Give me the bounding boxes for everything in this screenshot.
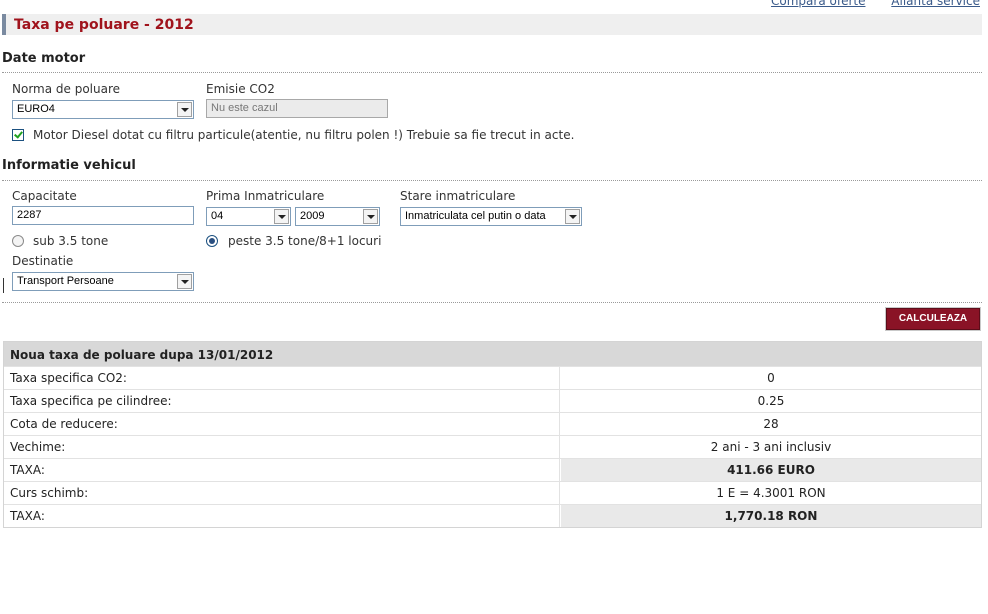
results-header: Noua taxa de poluare dupa 13/01/2012 [4, 342, 981, 366]
pollution-norm-label: Norma de poluare [12, 82, 121, 96]
destination-label: Destinatie [12, 254, 74, 268]
row-label: Cota de reducere: [4, 413, 560, 435]
first-registration-year-value: 2009 [300, 210, 325, 222]
divider [2, 72, 982, 73]
row-label: Taxa specifica pe cilindree: [4, 390, 560, 412]
co2-emission-label: Emisie CO2 [206, 82, 275, 96]
compare-offers-link[interactable]: Compara oferte [771, 0, 865, 8]
row-label: Curs schimb: [4, 482, 560, 504]
top-links: Compara oferte Alianta service [749, 0, 980, 8]
destination-value: Transport Persoane [17, 275, 114, 287]
pollution-norm-value: EURO4 [17, 103, 55, 115]
table-row: Cota de reducere: 28 [4, 412, 981, 435]
weight-over-radio[interactable] [206, 235, 218, 247]
first-registration-label: Prima Inmatriculare [206, 189, 325, 203]
first-registration-month-value: 04 [211, 210, 224, 222]
diesel-filter-label: Motor Diesel dotat cu filtru particule(a… [33, 128, 575, 142]
capacity-label: Capacitate [12, 189, 77, 203]
row-value-total-ron: 1,770.18 RON [561, 505, 981, 527]
table-row: Vechime: 2 ani - 3 ani inclusiv [4, 435, 981, 458]
row-value: 28 [763, 417, 779, 431]
table-row: Curs schimb: 1 E = 4.3001 RON [4, 481, 981, 504]
chevron-down-icon[interactable] [274, 209, 289, 224]
weight-under-radio[interactable] [12, 235, 24, 247]
calculate-button[interactable]: CALCULEAZA [885, 307, 981, 331]
page-title-bar: Taxa pe poluare - 2012 [2, 14, 982, 35]
row-value: 0.25 [757, 394, 785, 408]
divider [2, 180, 982, 181]
section-heading-vehicle: Informatie vehicul [2, 158, 136, 173]
chevron-down-icon[interactable] [177, 102, 192, 117]
co2-emission-input: Nu este cazul [206, 99, 388, 118]
table-row: TAXA: 1,770.18 RON [4, 504, 981, 527]
table-row: Taxa specifica CO2: 0 [4, 366, 981, 389]
row-label: TAXA: [4, 459, 560, 481]
pollution-norm-select[interactable]: EURO4 [12, 100, 194, 119]
first-registration-year-select[interactable]: 2009 [295, 207, 380, 226]
registration-state-select[interactable]: Inmatriculata cel putin o data [400, 207, 582, 226]
row-value-total-euro: 411.66 EURO [561, 459, 981, 481]
table-row: TAXA: 411.66 EURO [4, 458, 981, 481]
page-title: Taxa pe poluare - 2012 [14, 17, 194, 33]
results-table: Noua taxa de poluare dupa 13/01/2012 Tax… [3, 341, 982, 528]
first-registration-month-select[interactable]: 04 [206, 207, 291, 226]
row-label: Vechime: [4, 436, 560, 458]
row-label: Taxa specifica CO2: [4, 367, 560, 389]
registration-state-label: Stare inmatriculare [400, 189, 516, 203]
section-heading-motor: Date motor [2, 51, 86, 66]
service-alliance-link[interactable]: Alianta service [891, 0, 980, 8]
capacity-input[interactable]: 2287 [12, 206, 194, 225]
row-label: TAXA: [4, 505, 560, 527]
registration-state-value: Inmatriculata cel putin o data [405, 210, 546, 222]
weight-over-label: peste 3.5 tone/8+1 locuri [228, 234, 382, 248]
table-row: Taxa specifica pe cilindree: 0.25 [4, 389, 981, 412]
chevron-down-icon[interactable] [565, 209, 580, 224]
chevron-down-icon[interactable] [177, 274, 192, 289]
chevron-down-icon[interactable] [363, 209, 378, 224]
row-value: 1 E = 4.3001 RON [716, 486, 826, 500]
destination-select[interactable]: Transport Persoane [12, 272, 194, 291]
diesel-filter-checkbox[interactable] [12, 129, 24, 141]
divider [2, 302, 982, 303]
row-value: 2 ani - 3 ani inclusiv [710, 440, 832, 454]
text-cursor [3, 278, 4, 293]
row-value: 0 [767, 371, 775, 385]
weight-under-label: sub 3.5 tone [33, 234, 109, 248]
